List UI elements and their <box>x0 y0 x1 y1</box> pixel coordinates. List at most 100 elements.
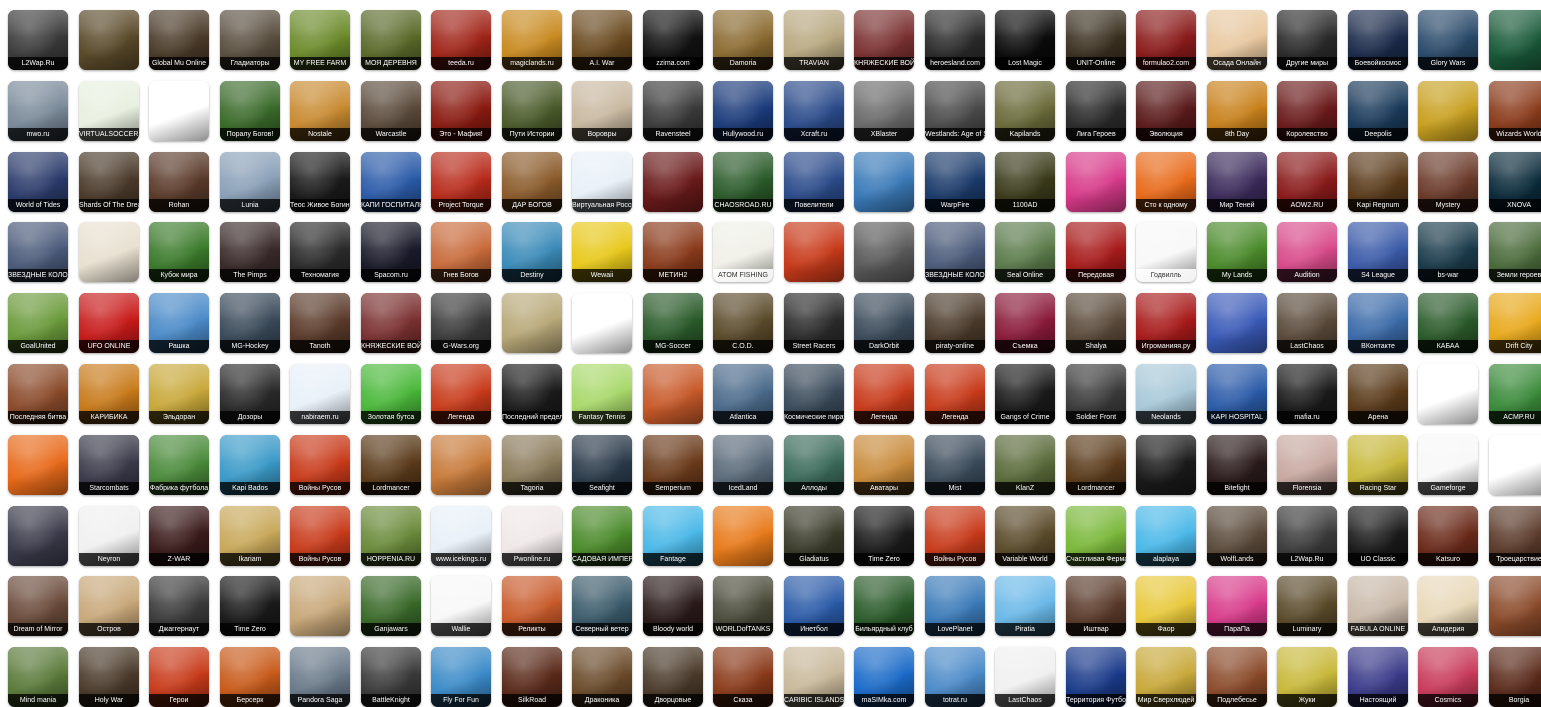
game-tile[interactable]: Съемка <box>995 293 1055 353</box>
game-tile[interactable]: bs-war <box>1418 222 1478 282</box>
game-tile[interactable]: Войны Русов <box>925 506 985 566</box>
game-tile[interactable]: Wewaii <box>572 222 632 282</box>
game-tile[interactable]: MG-Soccer <box>643 293 703 353</box>
game-tile[interactable]: Racing Star <box>1348 435 1408 495</box>
game-tile[interactable]: WolfLands <box>1207 506 1267 566</box>
game-tile[interactable]: IcedLand <box>713 435 773 495</box>
game-tile[interactable]: UFO ONLINE <box>79 293 139 353</box>
game-tile[interactable]: totrat.ru <box>925 647 985 707</box>
game-tile[interactable]: Легенда <box>431 364 491 424</box>
game-tile[interactable]: Аллоды <box>784 435 844 495</box>
game-tile[interactable]: КНЯЖЕСКИЕ ВОЙНЫ <box>361 293 421 353</box>
game-tile[interactable] <box>79 222 139 282</box>
game-tile[interactable]: Королевство <box>1277 81 1337 141</box>
game-tile[interactable]: КАПИ ГОСПИТАЛЬ <box>361 152 421 212</box>
game-tile[interactable]: Бильярдный клуб <box>854 576 914 636</box>
game-tile[interactable]: Project Torque <box>431 152 491 212</box>
game-tile[interactable]: КАРИБИКА <box>79 364 139 424</box>
game-tile[interactable]: XNOVA <box>1489 152 1541 212</box>
game-tile[interactable]: Nostale <box>290 81 350 141</box>
game-tile[interactable]: Mind mania <box>8 647 68 707</box>
game-tile[interactable]: A.I. War <box>572 10 632 70</box>
game-tile[interactable]: Rohan <box>149 152 209 212</box>
game-tile[interactable]: formulao2.com <box>1136 10 1196 70</box>
game-tile[interactable] <box>79 10 139 70</box>
game-tile[interactable]: Hullywood.ru <box>713 81 773 141</box>
game-tile[interactable]: SilkRoad <box>502 647 562 707</box>
game-tile[interactable]: Эволюция <box>1136 81 1196 141</box>
game-tile[interactable]: ДАР БОГОВ <box>502 152 562 212</box>
game-tile[interactable]: ATOM FISHING <box>713 222 773 282</box>
game-tile[interactable]: Гладиаторы <box>220 10 280 70</box>
game-tile[interactable] <box>784 222 844 282</box>
game-tile[interactable]: Космические пираты <box>784 364 844 424</box>
game-tile[interactable]: Золотая бутса <box>361 364 421 424</box>
game-tile[interactable]: LastChaos <box>995 647 1055 707</box>
game-tile[interactable]: Троецарствие <box>1489 506 1541 566</box>
game-tile[interactable]: Алидерия <box>1418 576 1478 636</box>
game-tile[interactable]: Spacom.ru <box>361 222 421 282</box>
game-tile[interactable] <box>643 364 703 424</box>
game-tile[interactable]: Другие миры <box>1277 10 1337 70</box>
game-tile[interactable]: nabiraem.ru <box>290 364 350 424</box>
game-tile[interactable]: Katsuro <box>1418 506 1478 566</box>
game-tile[interactable]: Фабрика футбола <box>149 435 209 495</box>
game-tile[interactable]: L2Wap.Ru <box>8 10 68 70</box>
game-tile[interactable]: Рашка <box>149 293 209 353</box>
game-tile[interactable]: Джаггернаут <box>149 576 209 636</box>
game-tile[interactable]: Легенда <box>854 364 914 424</box>
game-tile[interactable]: piraty-online <box>925 293 985 353</box>
game-tile[interactable]: Glory Wars <box>1418 10 1478 70</box>
game-tile[interactable]: LovePlanet <box>925 576 985 636</box>
game-tile[interactable]: Wallie <box>431 576 491 636</box>
game-tile[interactable]: Dream of Mirror <box>8 576 68 636</box>
game-tile[interactable]: Войны Русов <box>290 506 350 566</box>
game-tile[interactable]: Игроманияя.ру <box>1136 293 1196 353</box>
game-tile[interactable]: XBlaster <box>854 81 914 141</box>
game-tile[interactable]: Tanoth <box>290 293 350 353</box>
game-tile[interactable]: Luminary <box>1277 576 1337 636</box>
game-tile[interactable]: Bitefight <box>1207 435 1267 495</box>
game-tile[interactable]: Gameforge <box>1418 435 1478 495</box>
game-tile[interactable]: Боевойкосмос <box>1348 10 1408 70</box>
game-tile[interactable]: Земли героев <box>1489 222 1541 282</box>
game-tile[interactable]: Westlands: Age of Steam <box>925 81 985 141</box>
game-tile[interactable]: ЗВЕЗДНЫЕ КОЛОНИИ <box>8 222 68 282</box>
game-tile[interactable]: The Pimps <box>220 222 280 282</box>
game-tile[interactable]: Годвилль <box>1136 222 1196 282</box>
game-tile[interactable]: AOW2.RU <box>1277 152 1337 212</box>
game-tile[interactable]: TRAVIAN <box>784 10 844 70</box>
game-tile[interactable]: Pandora Saga <box>290 647 350 707</box>
game-tile[interactable]: S4 League <box>1348 222 1408 282</box>
game-tile[interactable]: zzima.com <box>643 10 703 70</box>
game-tile[interactable] <box>854 222 914 282</box>
game-tile[interactable] <box>1207 293 1267 353</box>
game-tile[interactable]: Tagoria <box>502 435 562 495</box>
game-tile[interactable]: Kapi Bados <box>220 435 280 495</box>
game-tile[interactable]: Mystery <box>1418 152 1478 212</box>
game-tile[interactable] <box>502 293 562 353</box>
game-tile[interactable]: Fantasy Tennis <box>572 364 632 424</box>
game-tile[interactable]: Neolands <box>1136 364 1196 424</box>
game-tile[interactable]: МОЯ ДЕРЕВНЯ <box>361 10 421 70</box>
game-tile[interactable]: Time Zero <box>220 576 280 636</box>
game-tile[interactable]: Seafight <box>572 435 632 495</box>
game-tile[interactable]: Shalya <box>1066 293 1126 353</box>
game-tile[interactable] <box>1489 435 1541 495</box>
game-tile[interactable]: Time Zero <box>854 506 914 566</box>
game-tile[interactable]: МЕТИН2 <box>643 222 703 282</box>
game-tile[interactable]: Deepolis <box>1348 81 1408 141</box>
game-tile[interactable]: Драконика <box>572 647 632 707</box>
game-tile[interactable]: Техномагия <box>290 222 350 282</box>
game-tile[interactable]: Осада Онлайн <box>1207 10 1267 70</box>
game-tile[interactable]: ВКонтакте <box>1348 293 1408 353</box>
game-tile[interactable]: Starcombats <box>79 435 139 495</box>
game-tile[interactable]: Жуки <box>1277 647 1337 707</box>
game-tile[interactable]: Фаор <box>1136 576 1196 636</box>
game-tile[interactable]: Bloody world <box>643 576 703 636</box>
game-tile[interactable]: L2Wap.Ru <box>1277 506 1337 566</box>
game-tile[interactable] <box>8 435 68 495</box>
game-tile[interactable]: BattleKnight <box>361 647 421 707</box>
game-tile[interactable]: Сто к одному <box>1136 152 1196 212</box>
game-tile[interactable]: Lordmancer <box>361 435 421 495</box>
